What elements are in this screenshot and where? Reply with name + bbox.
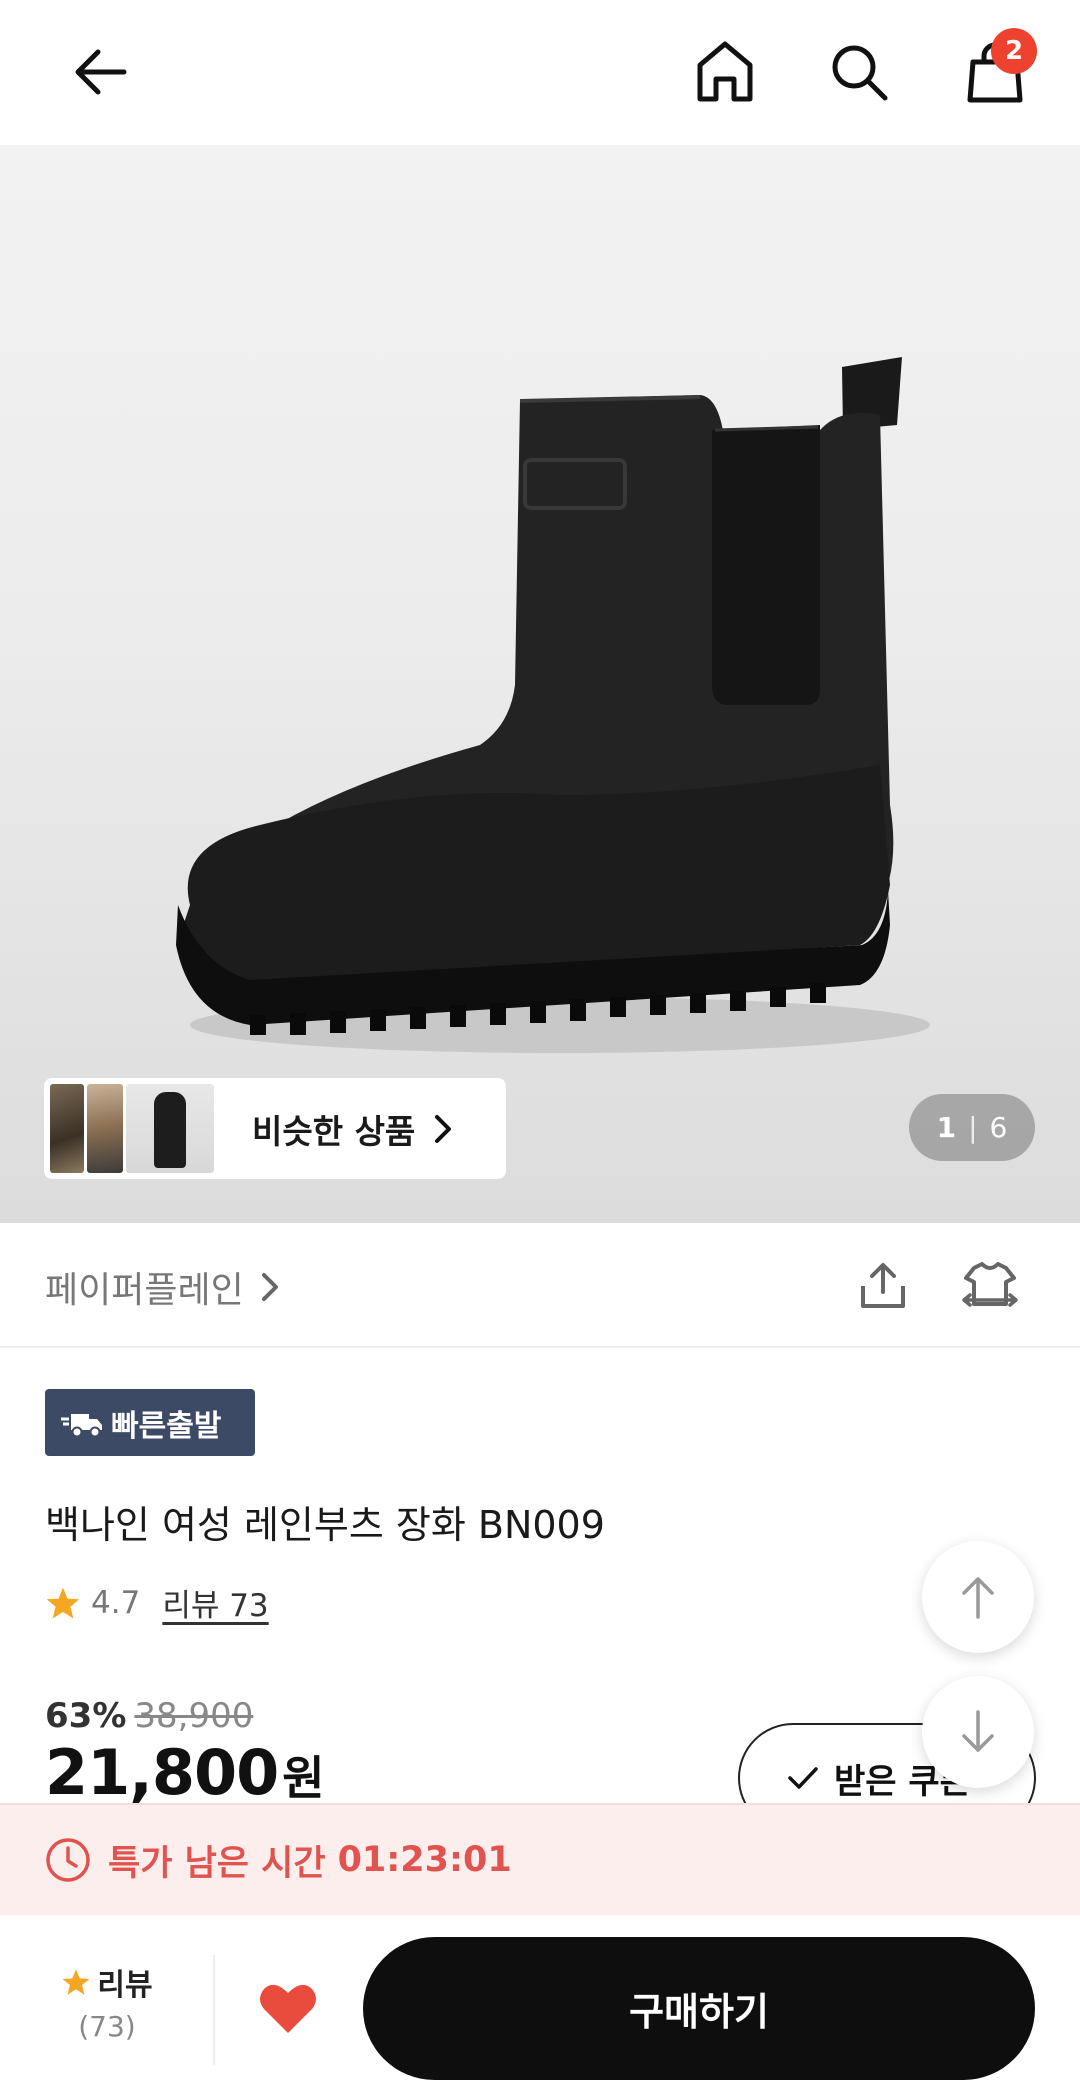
divider (213, 1955, 215, 2065)
currency-unit: 원 (282, 1751, 325, 1805)
page-current: 1 (936, 1111, 957, 1144)
scroll-to-top-button[interactable] (922, 1541, 1034, 1653)
product-title: 백나인 여성 레인부츠 장화 BN009 (45, 1503, 605, 1547)
product-image (176, 357, 930, 1053)
cart-button[interactable]: 2 (953, 28, 1037, 114)
checkmark-icon (788, 1767, 818, 1789)
chevron-right-icon (261, 1273, 278, 1301)
arrow-left-icon (75, 49, 127, 95)
price-discount-row: 63% 38,900 (45, 1696, 253, 1736)
product-image-gallery[interactable]: 비슷한 상품 1 | 6 (0, 145, 1080, 1223)
brand-row: 페이퍼플레인 (0, 1223, 1080, 1348)
page-total: 6 (989, 1111, 1008, 1144)
brand-name: 페이퍼플레인 (45, 1270, 244, 1311)
badge-label: 빠른출발 (111, 1408, 222, 1444)
review-summary-button[interactable]: 리뷰 (73) (52, 1960, 162, 2043)
review-label: 리뷰 (97, 1968, 153, 2003)
search-icon (832, 45, 888, 101)
share-icon (861, 1263, 905, 1308)
sale-price: 21,800 원 (45, 1736, 325, 1809)
wishlist-button[interactable] (254, 1977, 322, 2039)
brand-link[interactable]: 페이퍼플레인 (45, 1261, 280, 1313)
original-price: 38,900 (134, 1696, 254, 1736)
similar-thumbnail (50, 1084, 84, 1173)
home-button[interactable] (683, 30, 767, 114)
delivery-truck-icon (61, 1413, 102, 1437)
similar-thumbnail (126, 1084, 214, 1173)
bottom-action-bar: 리뷰 (73) 구매하기 (0, 1915, 1080, 2100)
rating-row: 4.7 리뷰 73 (45, 1580, 269, 1625)
rating-score: 4.7 (91, 1584, 141, 1621)
arrow-down-icon (962, 1710, 994, 1752)
top-app-bar: 2 (0, 0, 1080, 145)
discount-rate: 63% (45, 1696, 127, 1736)
home-icon (697, 41, 753, 102)
clock-icon (46, 1838, 90, 1882)
heart-icon (260, 1984, 316, 2033)
size-fit-button[interactable] (956, 1256, 1024, 1316)
similar-thumbnail (87, 1084, 123, 1173)
sale-price-value: 21,800 (45, 1736, 279, 1809)
search-button[interactable] (817, 30, 901, 114)
reviews-link[interactable]: 리뷰 73 (162, 1580, 268, 1625)
cart-count-badge: 2 (991, 28, 1037, 74)
page-separator: | (968, 1111, 978, 1144)
fast-shipping-badge: 빠른출발 (45, 1389, 255, 1456)
clothing-size-icon (962, 1262, 1018, 1307)
star-icon (46, 1586, 80, 1619)
arrow-up-icon (962, 1577, 994, 1619)
similar-products-button[interactable]: 비슷한 상품 (44, 1078, 506, 1179)
image-page-indicator: 1 | 6 (909, 1094, 1035, 1161)
similar-products-label: 비슷한 상품 (252, 1111, 416, 1151)
similar-thumbnails (50, 1084, 214, 1173)
star-icon (62, 1969, 90, 1995)
timer-value: 01:23:01 (337, 1840, 512, 1880)
special-deal-timer: 특가 남은 시간 01:23:01 (0, 1803, 1080, 1915)
review-count: (73) (78, 2010, 136, 2043)
share-button[interactable] (850, 1256, 916, 1316)
buy-button[interactable]: 구매하기 (363, 1937, 1035, 2080)
timer-label: 특가 남은 시간 (108, 1843, 326, 1884)
scroll-to-bottom-button[interactable] (922, 1676, 1034, 1788)
back-button[interactable] (58, 30, 142, 114)
chevron-right-icon (433, 1113, 453, 1145)
